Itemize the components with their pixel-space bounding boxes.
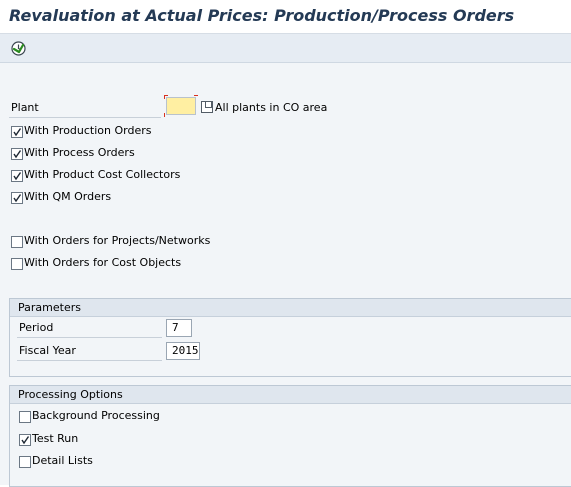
with-orders-cost-objects-checkbox[interactable] <box>11 258 23 270</box>
selection-screen: Plant All plants in CO area With Product… <box>0 63 571 487</box>
fiscal-year-input[interactable]: 2015 <box>166 342 200 360</box>
execute-clock-icon <box>11 41 26 56</box>
with-production-orders-checkbox[interactable] <box>11 126 23 138</box>
checkmark-icon <box>13 194 22 203</box>
plant-input[interactable] <box>164 95 198 117</box>
with-product-cost-collectors-checkbox[interactable] <box>11 170 23 182</box>
test-run-label: Test Run <box>32 432 79 445</box>
checkmark-icon <box>13 128 22 137</box>
detail-lists-label: Detail Lists <box>32 454 93 467</box>
with-process-orders-label: With Process Orders <box>24 146 135 159</box>
plant-label: Plant <box>11 101 39 114</box>
title-bar: Revaluation at Actual Prices: Production… <box>0 0 571 34</box>
processing-options-header: Processing Options <box>10 386 571 404</box>
application-toolbar <box>0 34 571 63</box>
with-orders-projects-networks-checkbox[interactable] <box>11 236 23 248</box>
parameters-header: Parameters <box>10 299 571 317</box>
fiscal-year-label: Fiscal Year <box>19 344 76 357</box>
with-orders-projects-networks-label: With Orders for Projects/Networks <box>24 234 211 247</box>
with-qm-orders-checkbox[interactable] <box>11 192 23 204</box>
all-plants-checkbox[interactable] <box>201 101 213 113</box>
checkmark-icon <box>21 436 30 445</box>
with-orders-cost-objects-label: With Orders for Cost Objects <box>24 256 182 269</box>
with-product-cost-collectors-label: With Product Cost Collectors <box>24 168 181 181</box>
plant-label-underline <box>9 117 161 118</box>
multiple-selection-icon <box>205 101 212 108</box>
all-plants-label: All plants in CO area <box>215 101 328 114</box>
period-input[interactable]: 7 <box>166 319 192 337</box>
required-marker-icon <box>164 95 168 99</box>
checkmark-icon <box>13 150 22 159</box>
period-label-underline <box>17 337 162 338</box>
with-production-orders-label: With Production Orders <box>24 124 152 137</box>
with-qm-orders-label: With QM Orders <box>24 190 112 203</box>
with-process-orders-checkbox[interactable] <box>11 148 23 160</box>
execute-button[interactable] <box>10 40 27 57</box>
processing-options-group: Processing Options <box>9 385 571 487</box>
page-title: Revaluation at Actual Prices: Production… <box>9 6 515 25</box>
required-marker-icon <box>194 113 198 117</box>
required-marker-icon <box>164 113 168 117</box>
test-run-checkbox[interactable] <box>19 434 31 446</box>
background-processing-checkbox[interactable] <box>19 411 31 423</box>
period-label: Period <box>19 321 54 334</box>
background-processing-label: Background Processing <box>32 409 160 422</box>
fiscal-year-label-underline <box>17 360 162 361</box>
checkmark-icon <box>13 172 22 181</box>
required-marker-icon <box>194 95 198 99</box>
detail-lists-checkbox[interactable] <box>19 456 31 468</box>
